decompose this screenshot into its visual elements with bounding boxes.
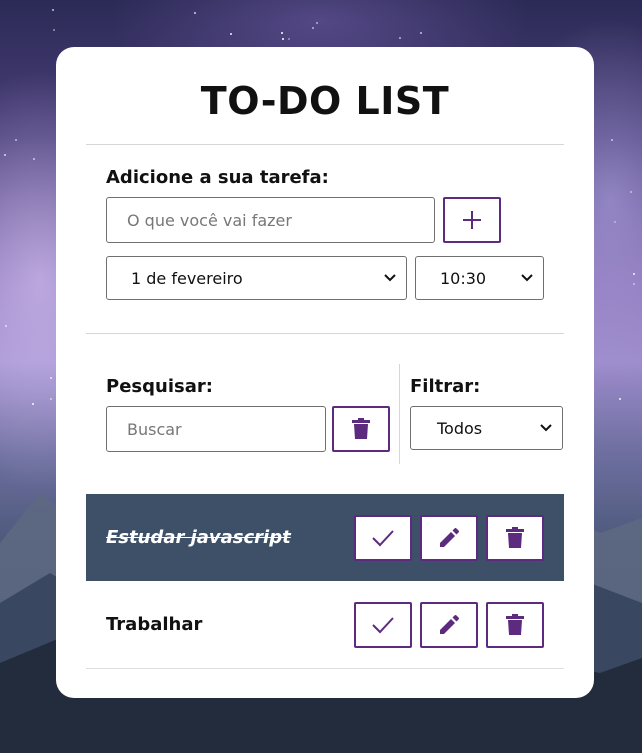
- star-decoration: [281, 32, 283, 34]
- page-title: TO-DO LIST: [200, 79, 450, 123]
- star-decoration: [33, 158, 35, 160]
- time-select[interactable]: 10:30: [415, 256, 544, 300]
- star-decoration: [52, 9, 54, 11]
- delete-task-button[interactable]: [486, 514, 544, 561]
- star-decoration: [633, 273, 635, 275]
- star-decoration: [282, 38, 284, 40]
- search-group: Pesquisar: Buscar: [86, 364, 400, 464]
- star-decoration: [614, 221, 616, 223]
- star-decoration: [288, 38, 290, 40]
- trash-icon: [506, 613, 524, 635]
- add-task-label: Adicione a sua tarefa:: [106, 167, 329, 188]
- delete-task-button[interactable]: [486, 601, 544, 648]
- star-decoration: [312, 27, 314, 29]
- check-icon: [372, 616, 394, 633]
- complete-task-button[interactable]: [354, 601, 412, 648]
- search-input[interactable]: Buscar: [106, 406, 326, 452]
- plus-icon: [463, 211, 481, 229]
- filter-select[interactable]: Todos: [410, 406, 563, 450]
- chevron-down-icon: [521, 274, 533, 282]
- search-label: Pesquisar:: [106, 376, 213, 397]
- todo-card: TO-DO LIST Adicione a sua tarefa: O que …: [56, 47, 594, 698]
- edit-task-button[interactable]: [420, 601, 478, 648]
- star-decoration: [230, 33, 232, 35]
- star-decoration: [32, 403, 34, 405]
- add-task-form: Adicione a sua tarefa: O que você vai fa…: [86, 145, 564, 333]
- task-input[interactable]: O que você vai fazer: [106, 197, 435, 243]
- todo-title: Estudar javascript: [106, 527, 291, 548]
- star-decoration: [630, 191, 632, 193]
- todo-item: Trabalhar: [86, 581, 564, 668]
- star-decoration: [611, 139, 613, 141]
- complete-task-button[interactable]: [354, 514, 412, 561]
- filter-select-value: Todos: [437, 418, 483, 438]
- clear-search-button[interactable]: [332, 406, 390, 452]
- star-decoration: [399, 37, 401, 39]
- pencil-icon: [440, 614, 459, 634]
- star-decoration: [316, 22, 318, 24]
- date-select[interactable]: 1 de fevereiro: [106, 256, 407, 300]
- todo-title: Trabalhar: [106, 614, 203, 635]
- date-select-value: 1 de fevereiro: [131, 268, 243, 288]
- star-decoration: [194, 12, 196, 14]
- trash-icon: [506, 526, 524, 548]
- time-select-value: 10:30: [440, 268, 487, 288]
- star-decoration: [53, 29, 55, 31]
- search-input-placeholder: Buscar: [127, 419, 182, 439]
- chevron-down-icon: [384, 274, 396, 282]
- star-decoration: [50, 377, 52, 379]
- star-decoration: [633, 283, 635, 285]
- pencil-icon: [440, 527, 459, 547]
- task-input-placeholder: O que você vai fazer: [127, 210, 292, 230]
- todo-item: Estudar javascript: [86, 494, 564, 581]
- star-decoration: [50, 398, 52, 400]
- star-decoration: [4, 154, 6, 156]
- star-decoration: [619, 398, 621, 400]
- star-decoration: [15, 139, 17, 141]
- divider: [86, 668, 564, 669]
- edit-task-button[interactable]: [420, 514, 478, 561]
- star-decoration: [420, 32, 422, 34]
- trash-icon: [352, 418, 370, 439]
- chevron-down-icon: [540, 424, 552, 432]
- filter-group: Filtrar: Todos: [400, 364, 563, 474]
- star-decoration: [5, 325, 7, 327]
- filter-label: Filtrar:: [410, 376, 481, 397]
- check-icon: [372, 529, 394, 546]
- search-filter-section: Pesquisar: Buscar Filtrar: Todos: [86, 334, 564, 474]
- add-task-button[interactable]: [443, 197, 501, 243]
